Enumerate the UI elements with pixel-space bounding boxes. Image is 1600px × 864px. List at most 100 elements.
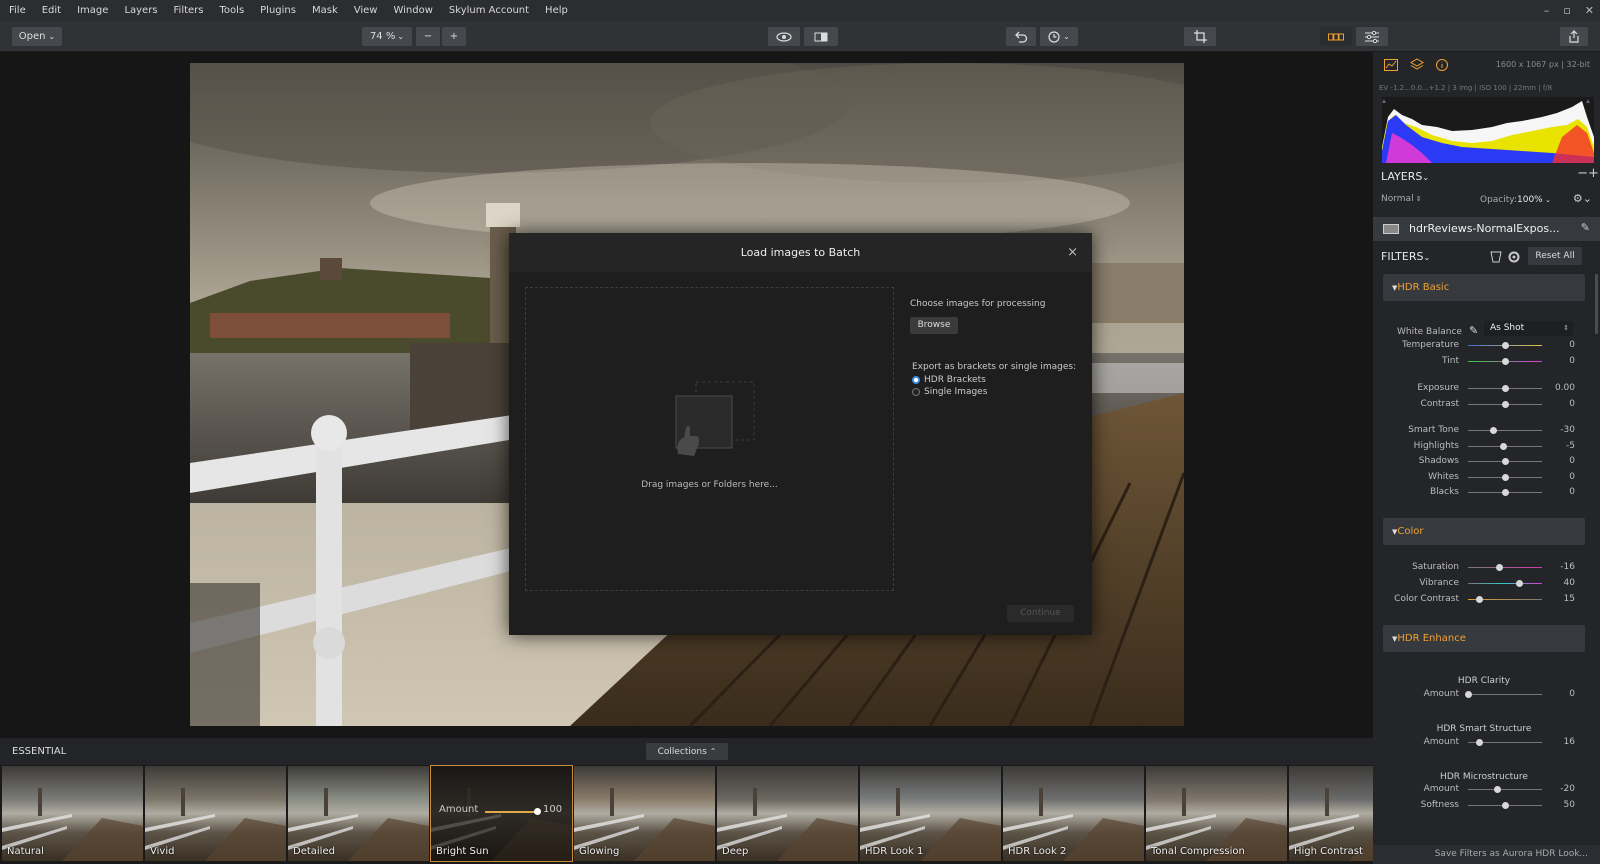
- compare-button[interactable]: [804, 27, 838, 46]
- layers-title[interactable]: LAYERS⌄: [1381, 170, 1429, 183]
- slider-highlights[interactable]: Highlights -5: [1383, 438, 1585, 454]
- slider-exposure[interactable]: Exposure 0.00: [1383, 380, 1585, 396]
- slider-knob[interactable]: [1501, 489, 1509, 496]
- hdr-basic-section[interactable]: ▼HDR Basic: [1383, 274, 1585, 301]
- slider-knob[interactable]: [1516, 580, 1524, 587]
- slider-knob[interactable]: [1501, 458, 1509, 465]
- preset-thumbnail[interactable]: Glowing: [574, 766, 715, 861]
- preset-thumbnail[interactable]: High Contrast: [1289, 766, 1373, 861]
- slider-value[interactable]: 0: [1569, 356, 1575, 366]
- preset-thumbnail[interactable]: Bright Sun Amount 100: [430, 765, 573, 862]
- preset-amount-slider[interactable]: Amount 100: [431, 804, 572, 818]
- slider-value[interactable]: 0: [1569, 340, 1575, 350]
- slider-track[interactable]: [1468, 567, 1542, 568]
- slider-knob[interactable]: [1494, 786, 1502, 793]
- layer-row[interactable]: hdrReviews-NormalExpos... ✎: [1373, 217, 1600, 241]
- slider-value[interactable]: 40: [1564, 578, 1575, 588]
- slider-whites[interactable]: Whites 0: [1383, 469, 1585, 485]
- menu-skylum-account[interactable]: Skylum Account: [441, 5, 537, 16]
- slider-knob[interactable]: [1499, 443, 1507, 450]
- slider-knob[interactable]: [1476, 739, 1484, 746]
- menu-edit[interactable]: Edit: [34, 5, 69, 16]
- slider-knob[interactable]: [1501, 385, 1509, 392]
- zoom-out-button[interactable]: −: [416, 27, 440, 46]
- filters-title[interactable]: FILTERS⌄: [1381, 250, 1430, 263]
- slider-amount[interactable]: Amount 0: [1383, 686, 1585, 702]
- preset-thumbnail[interactable]: Natural: [2, 766, 143, 861]
- slider-softness[interactable]: Softness 50: [1383, 797, 1585, 813]
- amount-track[interactable]: [485, 811, 537, 813]
- adjustments-toggle-button[interactable]: [1356, 27, 1388, 46]
- hdr-enhance-section[interactable]: ▼HDR Enhance: [1383, 625, 1585, 652]
- slider-value[interactable]: 16: [1564, 737, 1575, 747]
- menu-image[interactable]: Image: [69, 5, 116, 16]
- slider-knob[interactable]: [1501, 802, 1509, 809]
- preset-thumbnail[interactable]: Tonal Compression: [1146, 766, 1287, 861]
- gear-icon[interactable]: ⚙⌄: [1573, 192, 1592, 205]
- close-icon[interactable]: ×: [1067, 233, 1078, 273]
- slider-value[interactable]: -16: [1560, 562, 1575, 572]
- slider-knob[interactable]: [1464, 691, 1472, 698]
- slider-value[interactable]: 0: [1569, 472, 1575, 482]
- blend-mode-select[interactable]: Normal ⇕: [1381, 194, 1422, 204]
- zoom-dropdown[interactable]: 74 % ⌄: [362, 27, 412, 46]
- continue-button[interactable]: Continue: [1007, 605, 1074, 622]
- preset-thumbnail[interactable]: Deep: [717, 766, 858, 861]
- share-button[interactable]: [1560, 27, 1588, 46]
- mask-icon[interactable]: [1490, 251, 1502, 263]
- slider-amount[interactable]: Amount 16: [1383, 734, 1585, 750]
- eyedropper-icon[interactable]: ✎: [1469, 324, 1478, 337]
- menu-plugins[interactable]: Plugins: [252, 5, 304, 16]
- slider-color-contrast[interactable]: Color Contrast 15: [1383, 591, 1585, 607]
- menu-mask[interactable]: Mask: [304, 5, 346, 16]
- slider-value[interactable]: -5: [1566, 441, 1575, 451]
- slider-blacks[interactable]: Blacks 0: [1383, 484, 1585, 500]
- save-look-button[interactable]: Save Filters as Aurora HDR Look...: [1373, 845, 1600, 864]
- presets-toggle-button[interactable]: [1320, 27, 1352, 46]
- menu-file[interactable]: File: [0, 5, 34, 16]
- open-button[interactable]: Open ⌄: [12, 27, 62, 46]
- slider-knob[interactable]: [1501, 342, 1509, 349]
- minimize-icon[interactable]: –: [1544, 4, 1550, 17]
- menu-layers[interactable]: Layers: [116, 5, 165, 16]
- slider-tint[interactable]: Tint 0: [1383, 353, 1585, 369]
- drop-zone[interactable]: Drag images or Folders here...: [525, 287, 894, 591]
- menu-help[interactable]: Help: [537, 5, 576, 16]
- slider-knob[interactable]: [1501, 358, 1509, 365]
- color-section[interactable]: ▼Color: [1383, 518, 1585, 545]
- remove-layer-icon[interactable]: −: [1577, 166, 1588, 181]
- slider-value[interactable]: -30: [1560, 425, 1575, 435]
- slider-knob[interactable]: [1475, 596, 1483, 603]
- undo-button[interactable]: [1006, 27, 1036, 46]
- crop-button[interactable]: [1184, 27, 1216, 46]
- slider-knob[interactable]: [1490, 427, 1498, 434]
- preset-thumbnail[interactable]: Detailed: [288, 766, 429, 861]
- browse-button[interactable]: Browse: [910, 317, 958, 334]
- slider-saturation[interactable]: Saturation -16: [1383, 559, 1585, 575]
- slider-value[interactable]: 0: [1569, 689, 1575, 699]
- preview-button[interactable]: [768, 27, 800, 46]
- hdr-brackets-radio[interactable]: HDR Brackets: [912, 374, 987, 386]
- add-layer-icon[interactable]: +: [1588, 166, 1600, 181]
- slider-knob[interactable]: [1501, 474, 1509, 481]
- slider-shadows[interactable]: Shadows 0: [1383, 453, 1585, 469]
- preset-thumbnail[interactable]: HDR Look 1: [860, 766, 1001, 861]
- single-images-radio[interactable]: Single Images: [912, 386, 987, 398]
- slider-track[interactable]: [1468, 430, 1542, 431]
- slider-track[interactable]: [1468, 694, 1542, 695]
- slider-contrast[interactable]: Contrast 0: [1383, 396, 1585, 412]
- slider-value[interactable]: 0.00: [1555, 383, 1575, 393]
- filter-settings-icon[interactable]: [1508, 251, 1520, 263]
- close-window-icon[interactable]: ✕: [1585, 4, 1594, 17]
- slider-knob[interactable]: [1501, 401, 1509, 408]
- amount-knob[interactable]: [533, 808, 541, 815]
- slider-value[interactable]: -20: [1560, 784, 1575, 794]
- preset-thumbnail[interactable]: Vivid: [145, 766, 286, 861]
- panel-scrollbar[interactable]: [1595, 274, 1598, 334]
- essential-category[interactable]: ESSENTIAL: [12, 746, 66, 757]
- reset-all-button[interactable]: Reset All: [1528, 247, 1582, 265]
- menu-tools[interactable]: Tools: [212, 5, 253, 16]
- histogram-tab-icon[interactable]: [1384, 59, 1398, 71]
- slider-value[interactable]: 0: [1569, 456, 1575, 466]
- slider-knob[interactable]: [1495, 564, 1503, 571]
